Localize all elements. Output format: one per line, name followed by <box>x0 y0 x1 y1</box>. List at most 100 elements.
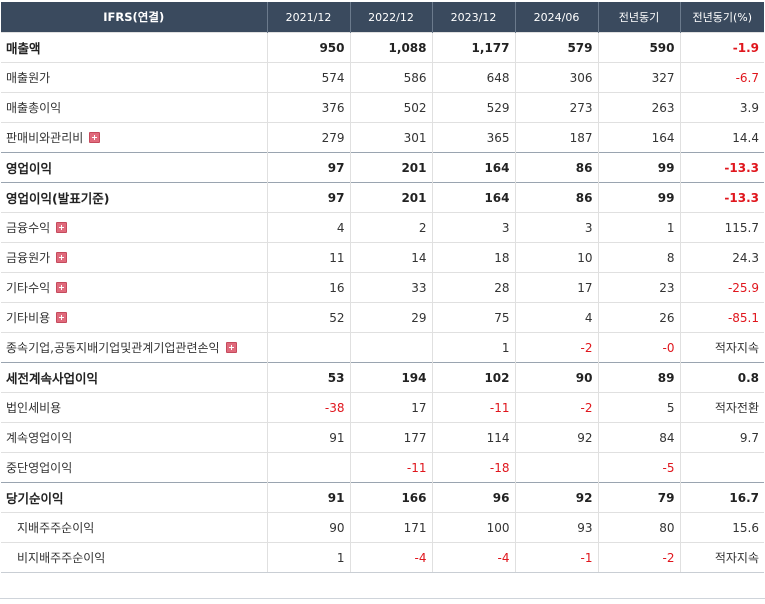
value-cell: 97 <box>266 152 350 183</box>
row-label: 기타비용 <box>6 311 51 325</box>
value-cell: 648 <box>431 62 515 93</box>
row-label-cell: 중단영업이익 <box>1 452 267 483</box>
row-label-cell[interactable]: 판매비와관리비 <box>1 122 267 153</box>
row-label: 영업이익(발표기준) <box>6 191 110 206</box>
expand-plus-icon[interactable] <box>225 342 237 353</box>
expand-plus-icon[interactable] <box>56 282 68 293</box>
header-yoy: 전년동기 <box>597 2 680 33</box>
yoy-cell: 26 <box>597 302 680 333</box>
header-period: 2022/12 <box>349 2 432 33</box>
table-row: 매출액 950 1,088 1,177 579 590 -1.9 <box>1 32 764 63</box>
value-cell: 187 <box>514 122 598 153</box>
row-label-cell: 세전계속사업이익 <box>1 362 267 393</box>
row-label-cell[interactable]: 기타비용 <box>1 302 267 333</box>
value-cell: 28 <box>431 272 515 303</box>
table-row: 영업이익 97 201 164 86 99 -13.3 <box>1 152 764 183</box>
row-label: 법인세비용 <box>6 401 62 415</box>
row-label-cell: 매출원가 <box>1 62 267 93</box>
value-cell: 177 <box>349 422 432 453</box>
value-cell: 93 <box>514 512 598 543</box>
row-label-cell[interactable]: 금융수익 <box>1 212 267 243</box>
yoy-cell: 23 <box>597 272 680 303</box>
yoy-pct-cell: 9.7 <box>679 422 764 453</box>
yoy-pct-cell: -25.9 <box>679 272 764 303</box>
row-label-cell: 비지배주주순이익 <box>1 542 267 573</box>
value-cell: -4 <box>349 542 432 573</box>
table-row: 당기순이익 91 166 96 92 79 16.7 <box>1 482 764 513</box>
value-cell: 86 <box>514 182 598 213</box>
value-cell: 586 <box>349 62 432 93</box>
value-cell: -4 <box>431 542 515 573</box>
table-row: 영업이익(발표기준) 97 201 164 86 99 -13.3 <box>1 182 764 213</box>
value-cell: 171 <box>349 512 432 543</box>
table-row: 금융원가 11 14 18 10 8 24.3 <box>1 242 764 273</box>
yoy-pct-cell: -6.7 <box>679 62 764 93</box>
value-cell: 194 <box>349 362 432 393</box>
row-label-cell: 매출액 <box>1 32 267 63</box>
row-label: 지배주주순이익 <box>17 521 95 535</box>
expand-plus-icon[interactable] <box>89 132 101 143</box>
row-label-cell: 법인세비용 <box>1 392 267 423</box>
row-label-cell[interactable]: 기타수익 <box>1 272 267 303</box>
row-label: 금융수익 <box>6 221 51 235</box>
value-cell: 164 <box>431 152 515 183</box>
row-label: 계속영업이익 <box>6 431 73 445</box>
expand-plus-icon[interactable] <box>56 252 68 263</box>
row-label-cell[interactable]: 종속기업,공동지배기업및관계기업관련손익 <box>1 332 267 363</box>
yoy-pct-cell: -13.3 <box>679 182 764 213</box>
expand-plus-icon[interactable] <box>56 222 68 233</box>
yoy-pct-cell <box>679 452 764 483</box>
income-statement-table: IFRS(연결) 2021/12 2022/12 2023/12 2024/06… <box>1 2 764 573</box>
value-cell: 529 <box>431 92 515 123</box>
yoy-cell: 80 <box>597 512 680 543</box>
value-cell: 53 <box>266 362 350 393</box>
row-label-cell[interactable]: 금융원가 <box>1 242 267 273</box>
row-label-cell: 매출총이익 <box>1 92 267 123</box>
table-row: 중단영업이익 -11 -18 -5 <box>1 452 764 483</box>
value-cell: 18 <box>431 242 515 273</box>
row-label-cell: 당기순이익 <box>1 482 267 513</box>
table-header-row: IFRS(연결) 2021/12 2022/12 2023/12 2024/06… <box>1 2 764 33</box>
row-label: 종속기업,공동지배기업및관계기업관련손익 <box>6 341 220 355</box>
value-cell: 1 <box>431 332 515 363</box>
bottom-divider <box>0 598 765 599</box>
yoy-pct-cell: 적자지속 <box>679 542 764 573</box>
table-row: 종속기업,공동지배기업및관계기업관련손익 1 -2 -0 적자지속 <box>1 332 764 363</box>
yoy-cell: -5 <box>597 452 680 483</box>
yoy-pct-cell: 115.7 <box>679 212 764 243</box>
value-cell <box>266 332 350 363</box>
row-label: 비지배주주순이익 <box>17 551 106 565</box>
yoy-pct-cell: 3.9 <box>679 92 764 123</box>
value-cell: 166 <box>349 482 432 513</box>
yoy-cell: 99 <box>597 182 680 213</box>
yoy-cell: 8 <box>597 242 680 273</box>
yoy-pct-cell: -1.9 <box>679 32 764 63</box>
value-cell: -18 <box>431 452 515 483</box>
value-cell: 365 <box>431 122 515 153</box>
value-cell: -11 <box>431 392 515 423</box>
value-cell: 90 <box>514 362 598 393</box>
value-cell: 52 <box>266 302 350 333</box>
value-cell: -2 <box>514 332 598 363</box>
row-label: 판매비와관리비 <box>6 131 84 145</box>
value-cell: 75 <box>431 302 515 333</box>
row-label-cell: 지배주주순이익 <box>1 512 267 543</box>
value-cell: 17 <box>349 392 432 423</box>
table-row: 법인세비용 -38 17 -11 -2 5 적자전환 <box>1 392 764 423</box>
yoy-cell: -2 <box>597 542 680 573</box>
value-cell: 92 <box>514 482 598 513</box>
table-row: 매출총이익 376 502 529 273 263 3.9 <box>1 92 764 123</box>
yoy-pct-cell: 적자전환 <box>679 392 764 423</box>
row-label: 금융원가 <box>6 251 51 265</box>
row-label-cell: 계속영업이익 <box>1 422 267 453</box>
expand-plus-icon[interactable] <box>56 312 68 323</box>
value-cell: 14 <box>349 242 432 273</box>
yoy-pct-cell: 24.3 <box>679 242 764 273</box>
financial-statement-panel: IFRS(연결) 2021/12 2022/12 2023/12 2024/06… <box>0 2 765 604</box>
value-cell: 301 <box>349 122 432 153</box>
row-label: 영업이익 <box>6 161 53 176</box>
table-row: 기타비용 52 29 75 4 26 -85.1 <box>1 302 764 333</box>
yoy-cell: 89 <box>597 362 680 393</box>
yoy-pct-cell: -13.3 <box>679 152 764 183</box>
value-cell: 4 <box>266 212 350 243</box>
